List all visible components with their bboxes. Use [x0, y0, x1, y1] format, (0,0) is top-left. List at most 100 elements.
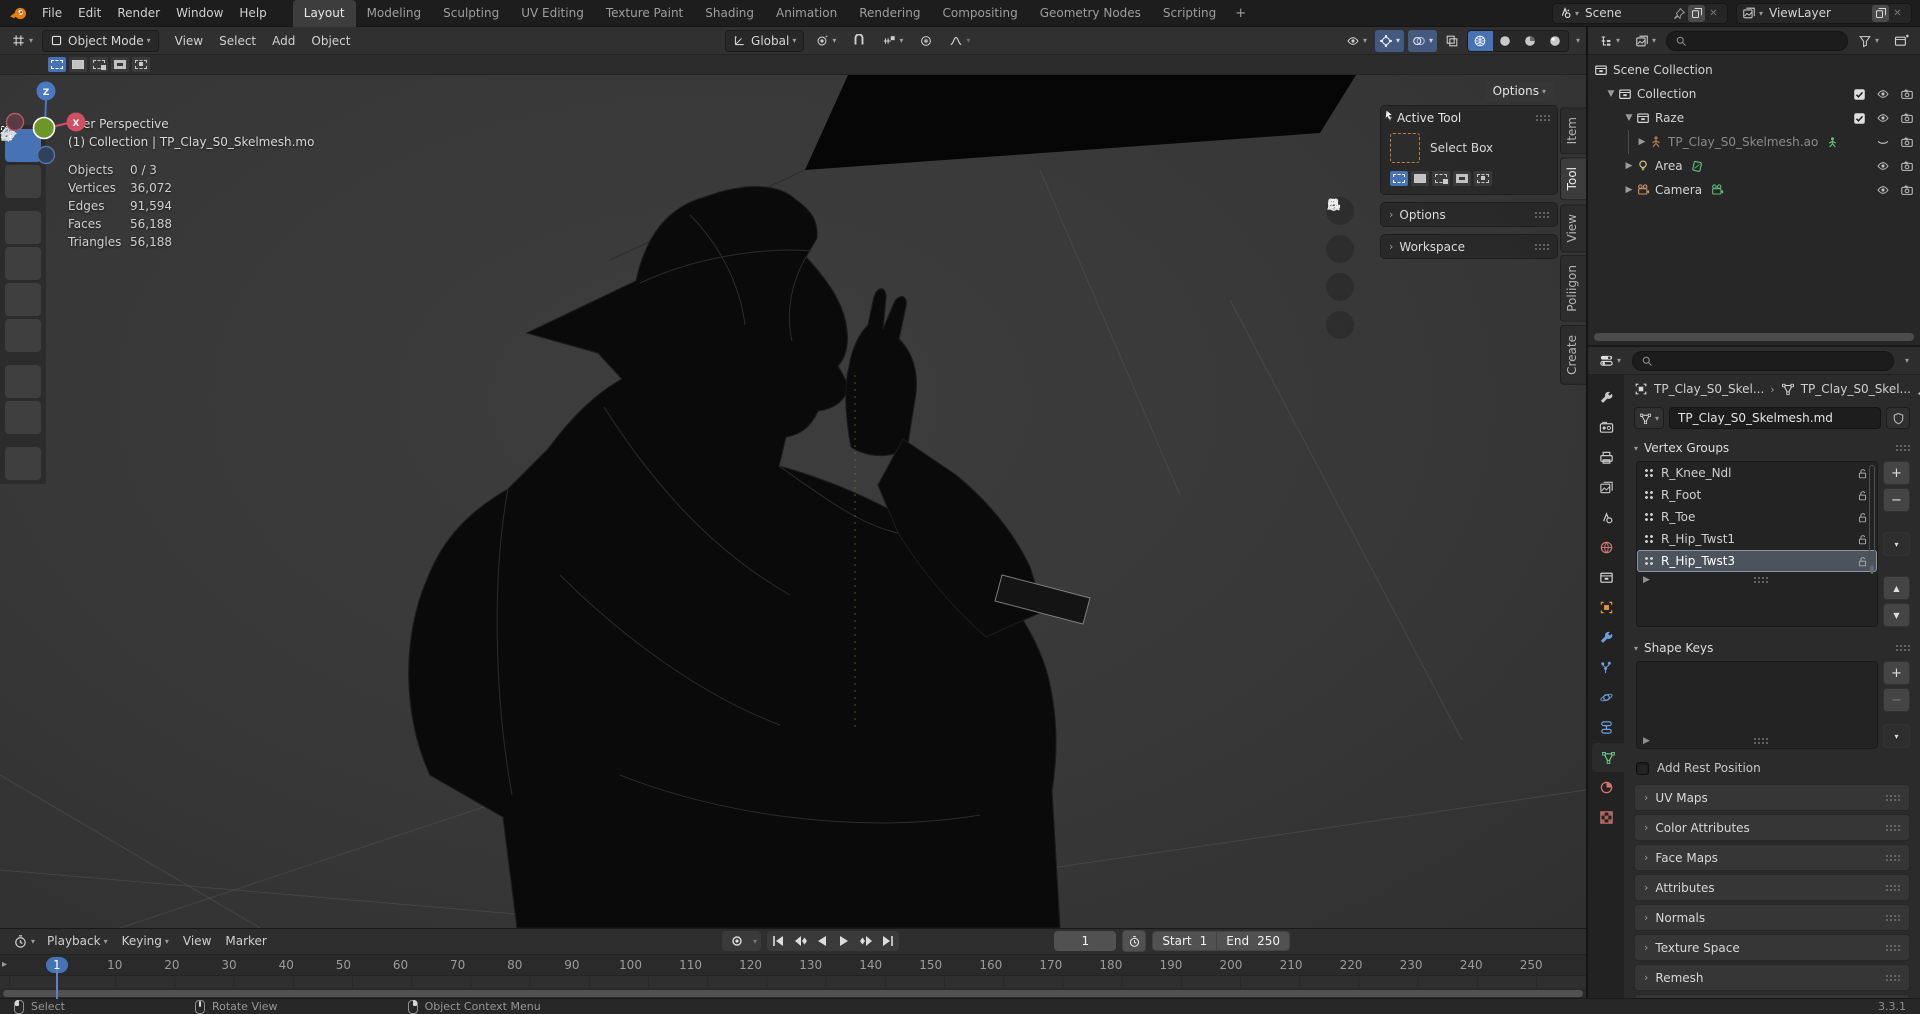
shading-rendered-button[interactable]	[1543, 30, 1568, 52]
vertex-group-row[interactable]: R_Hip_Twst3	[1637, 550, 1877, 572]
proportional-falloff-dropdown[interactable]: ▾	[944, 32, 975, 50]
timeline-scrollbar-thumb[interactable]	[3, 989, 1583, 997]
workspace-tab[interactable]: Layout	[292, 0, 356, 27]
playhead[interactable]	[56, 969, 58, 999]
gizmo-z-neg-axis[interactable]	[36, 145, 56, 165]
next-keyframe-button[interactable]	[855, 931, 877, 951]
viewport-menu-item[interactable]: Add	[264, 31, 303, 51]
new-viewlayer-button[interactable]	[1872, 4, 1889, 22]
tab-scene[interactable]	[1588, 503, 1624, 532]
sidebar-tab[interactable]: Item	[1560, 107, 1586, 155]
camera-icon[interactable]	[1900, 135, 1914, 149]
active-tool-icon[interactable]	[1385, 110, 1420, 163]
mode-extend[interactable]	[1411, 171, 1429, 186]
show-overlays-toggle[interactable]: ▾	[1407, 29, 1437, 52]
collapsed-panel[interactable]: › Face Maps	[1634, 844, 1910, 871]
viewport-options-dropdown[interactable]: Options ▾	[1484, 81, 1554, 101]
workspace-tab[interactable]: Geometry Nodes	[1029, 0, 1152, 27]
vertex-groups-scrollbar[interactable]	[1869, 465, 1875, 574]
collapse-toggle[interactable]: ▼	[1622, 113, 1636, 123]
viewlayer-selector[interactable]: ▾ ViewLayer ✕	[1736, 2, 1912, 24]
outliner-editor-type-button[interactable]: ▾	[1594, 32, 1625, 50]
start-frame-field[interactable]: Start 1	[1153, 932, 1217, 951]
timeline-ruler[interactable]: 1 10 20 30 40 50 60 70 80 90 100 110 120 130 140 150 160…	[0, 954, 1586, 977]
tab-collection[interactable]	[1588, 563, 1624, 592]
sidebar-workspace-panel[interactable]: › Workspace	[1380, 234, 1558, 259]
tab-output[interactable]	[1588, 443, 1624, 472]
outliner-scrollbar[interactable]	[1594, 333, 1914, 341]
new-collection-button[interactable]	[1889, 31, 1914, 50]
timeline-expand-arrow[interactable]: ▸	[2, 959, 7, 970]
tab-material[interactable]	[1588, 773, 1624, 802]
sidebar-tab[interactable]: View	[1560, 203, 1586, 253]
shape-key-specials-button[interactable]: ▾	[1883, 724, 1910, 748]
editor-type-button[interactable]: ▾	[6, 31, 38, 50]
keying-menu[interactable]: Keying ▾	[115, 932, 176, 950]
tool-add-cube[interactable]	[2, 125, 41, 480]
properties-search-input[interactable]	[1632, 350, 1894, 371]
expand-toggle[interactable]: ▶	[1635, 137, 1649, 147]
checkbox-icon[interactable]	[1853, 112, 1866, 125]
expand-toggle[interactable]: ▶	[1622, 185, 1636, 195]
eye-icon[interactable]	[1876, 159, 1890, 173]
properties-options-dropdown[interactable]: ▾	[1900, 354, 1914, 367]
sidebar-tab[interactable]: Create	[1560, 324, 1586, 385]
collapsed-panel[interactable]: › Remesh	[1634, 964, 1910, 991]
lock-open-icon[interactable]	[1856, 467, 1869, 480]
lock-open-icon[interactable]	[1856, 489, 1869, 502]
pin-scene-button[interactable]	[1671, 5, 1688, 22]
camera-icon[interactable]	[1900, 87, 1914, 101]
camera-icon[interactable]	[1900, 159, 1914, 173]
camera-view-button[interactable]	[1326, 273, 1354, 301]
collapsed-panel[interactable]: › Color Attributes	[1634, 814, 1910, 841]
vertex-group-specials-button[interactable]: ▾	[1883, 532, 1910, 556]
play-reverse-button[interactable]	[811, 931, 833, 951]
jump-to-start-button[interactable]	[767, 931, 789, 951]
add-shape-key-button[interactable]: +	[1883, 661, 1910, 685]
mode-dropdown[interactable]: Object Mode ▾	[42, 29, 159, 52]
menu-item[interactable]: Help	[231, 3, 274, 23]
tab-world[interactable]	[1588, 533, 1624, 562]
expand-toggle[interactable]: ▶	[1622, 161, 1636, 171]
timeline-editor-type-button[interactable]: ▾	[8, 932, 40, 951]
add-rest-position-checkbox[interactable]	[1636, 761, 1649, 775]
camera-icon[interactable]	[1900, 111, 1914, 125]
preview-range-clock-button[interactable]	[1122, 930, 1147, 953]
tool-move[interactable]	[0, 125, 41, 244]
collapsed-panel[interactable]: › Geometry Data	[1634, 994, 1910, 998]
workspace-tab[interactable]: Compositing	[931, 0, 1028, 27]
remove-viewlayer-button[interactable]: ✕	[1889, 5, 1906, 22]
perspective-toggle-button[interactable]	[1326, 311, 1354, 339]
vertex-group-row[interactable]: R_Toe	[1637, 506, 1877, 528]
add-vertex-group-button[interactable]: +	[1883, 461, 1910, 485]
workspace-tab[interactable]: Texture Paint	[595, 0, 694, 27]
snap-target-dropdown[interactable]: ▾	[877, 32, 908, 50]
properties-editor-type-button[interactable]: ▾	[1594, 351, 1626, 370]
show-gizmo-toggle[interactable]: ▾	[1374, 29, 1404, 52]
tool-rotate[interactable]	[2, 126, 41, 280]
prev-keyframe-button[interactable]	[789, 931, 811, 951]
menu-item[interactable]: Window	[168, 3, 231, 23]
tab-physics[interactable]	[1588, 683, 1624, 712]
outliner-row-collection[interactable]: ▼ Collection	[1588, 82, 1920, 106]
tool-transform[interactable]	[1, 126, 41, 352]
outliner-row-scene-collection[interactable]: Scene Collection	[1588, 58, 1920, 82]
workspace-tab[interactable]: Scripting	[1152, 0, 1227, 27]
play-button[interactable]	[833, 931, 855, 951]
tab-object[interactable]	[1588, 593, 1624, 622]
proportional-editing-toggle[interactable]	[914, 32, 938, 50]
viewport-menu-item[interactable]: Object	[303, 31, 358, 51]
view-menu[interactable]: View	[176, 932, 218, 950]
playback-menu[interactable]: Playback ▾	[40, 932, 115, 950]
auto-key-dropdown[interactable]: ▾	[753, 937, 757, 946]
shading-wireframe-button[interactable]	[1467, 30, 1493, 51]
sidebar-options-panel[interactable]: › Options	[1380, 202, 1558, 227]
sidebar-tab[interactable]: Poliigon	[1560, 255, 1586, 322]
menu-item[interactable]: File	[34, 3, 70, 23]
blender-logo-icon[interactable]	[8, 4, 28, 22]
list-expand-arrow[interactable]: ▶	[1643, 736, 1650, 746]
menu-item[interactable]: Render	[109, 3, 168, 23]
outliner-row-area[interactable]: ▶ Area	[1588, 154, 1920, 178]
current-frame-field[interactable]: 1	[1054, 931, 1117, 952]
workspace-tab[interactable]: UV Editing	[510, 0, 595, 27]
